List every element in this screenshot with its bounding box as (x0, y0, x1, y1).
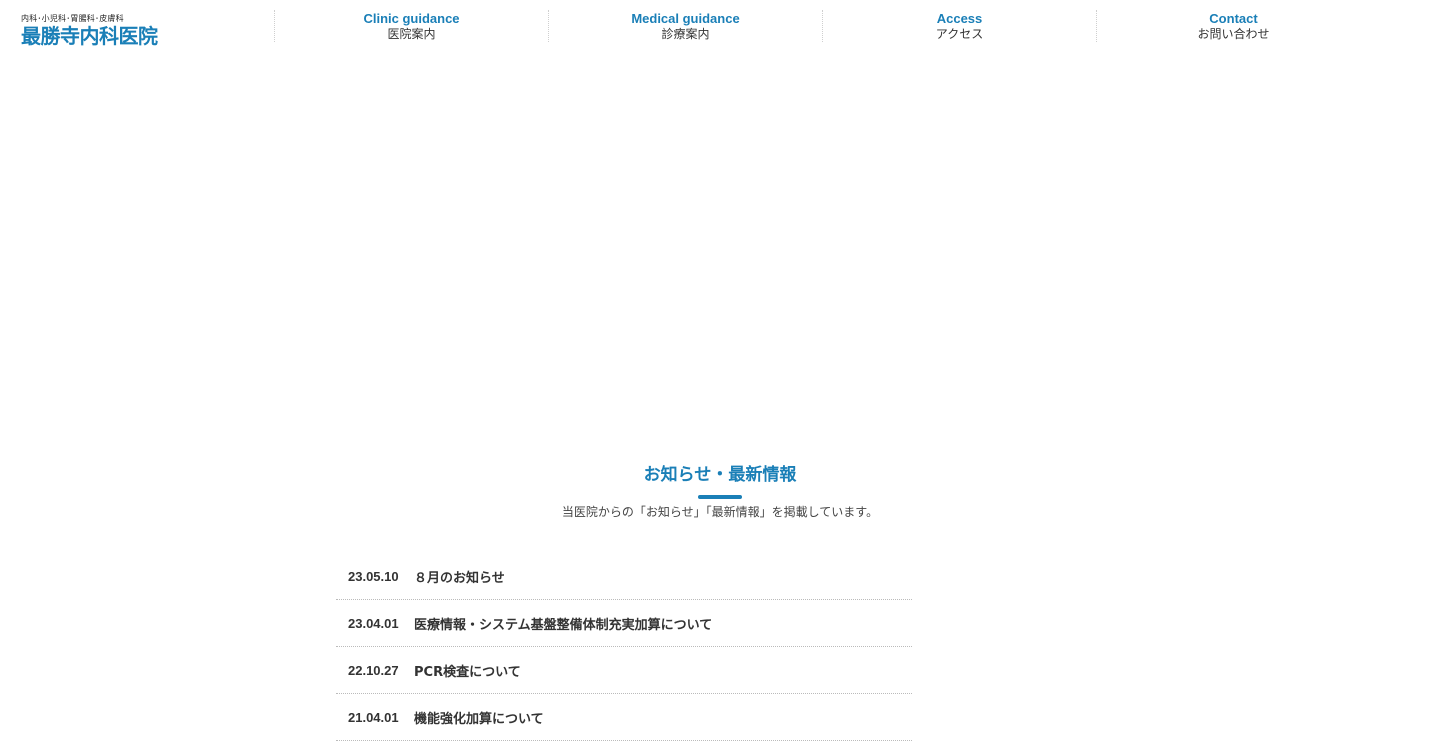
nav-item-medical-guidance[interactable]: Medical guidance 診療案内 (548, 10, 822, 42)
news-title-link[interactable]: ８月のお知らせ (414, 567, 505, 586)
news-lead-text: 当医院からの「お知らせ」「最新情報」を掲載しています。 (561, 505, 879, 519)
nav-label-ja: 診療案内 (661, 27, 710, 41)
site-header: 内科･小児科･胃腸科･皮膚科 最勝寺内科医院 Clinic guidance 医… (0, 0, 1440, 56)
nav-item-clinic-guidance[interactable]: Clinic guidance 医院案内 (274, 10, 548, 42)
nav-item-contact[interactable]: Contact お問い合わせ (1096, 10, 1370, 42)
nav-label-ja: アクセス (935, 27, 984, 41)
site-logo[interactable]: 内科･小児科･胃腸科･皮膚科 最勝寺内科医院 (21, 14, 261, 48)
nav-label-en: Clinic guidance (363, 11, 460, 26)
news-item[interactable]: 23.04.01 医療情報・システム基盤整備体制充実加算について (336, 600, 912, 647)
news-date: 23.05.10 (348, 568, 399, 584)
news-item[interactable]: 23.05.10 ８月のお知らせ (336, 553, 912, 600)
nav-label-ja: 医院案内 (387, 27, 436, 41)
nav-label-ja: お問い合わせ (1197, 27, 1270, 41)
news-title-link[interactable]: 医療情報・システム基盤整備体制充実加算について (414, 614, 712, 633)
news-date: 21.04.01 (348, 709, 399, 725)
nav-label-en: Medical guidance (631, 11, 740, 26)
heading-underline (698, 495, 742, 499)
logo-subtitle: 内科･小児科･胃腸科･皮膚科 (21, 14, 124, 23)
news-item[interactable]: 22.10.27 PCR検査について (336, 647, 912, 694)
nav-item-access[interactable]: Access アクセス (822, 10, 1096, 42)
global-nav: Clinic guidance 医院案内 Medical guidance 診療… (274, 10, 1372, 42)
news-item[interactable]: 21.04.01 機能強化加算について (336, 694, 912, 741)
nav-label-en: Contact (1209, 11, 1258, 26)
nav-label-en: Access (936, 11, 983, 26)
news-title-link[interactable]: PCR検査について (414, 661, 521, 680)
news-title-link[interactable]: 機能強化加算について (414, 708, 544, 727)
news-list: 23.05.10 ８月のお知らせ 23.04.01 医療情報・システム基盤整備体… (336, 553, 912, 741)
news-date: 23.04.01 (348, 615, 399, 631)
logo-title: 最勝寺内科医院 (21, 24, 158, 48)
news-date: 22.10.27 (348, 662, 399, 678)
news-heading: お知らせ・最新情報 (643, 465, 797, 485)
